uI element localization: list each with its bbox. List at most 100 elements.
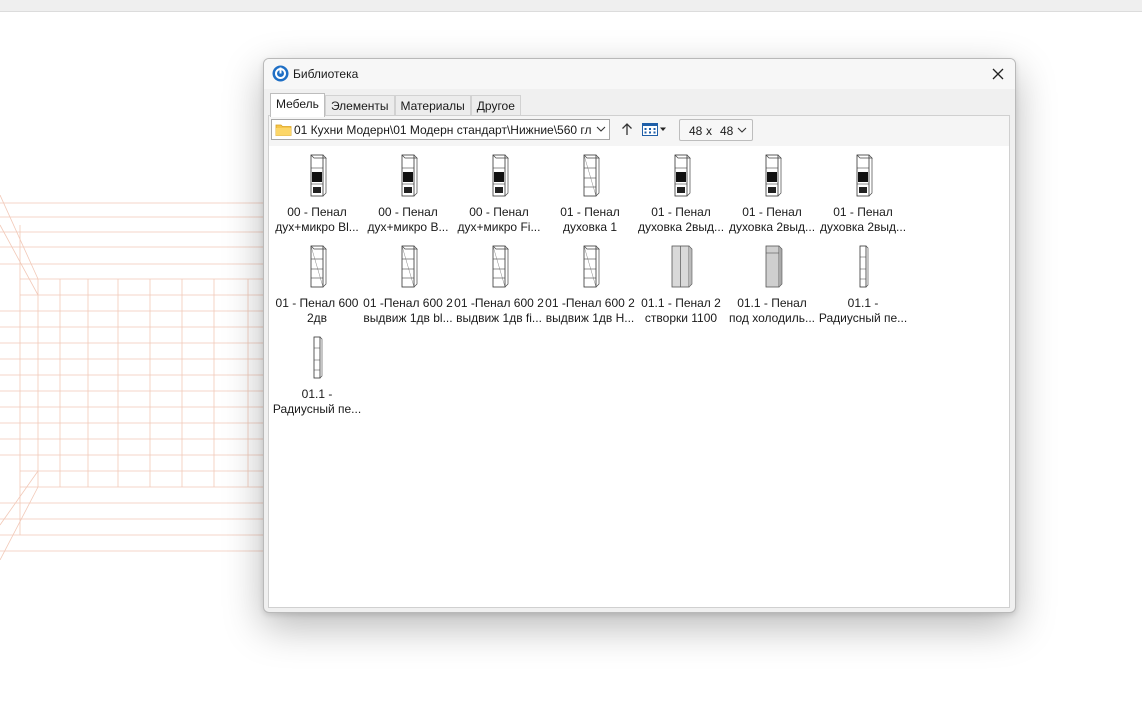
cabinet-oven-icon xyxy=(492,154,509,197)
up-folder-button[interactable] xyxy=(617,119,637,140)
library-item-label-line1: 01.1 - xyxy=(301,387,333,401)
library-item-label-line2: дух+микро Bl... xyxy=(275,220,359,234)
view-mode-button[interactable] xyxy=(640,119,670,140)
item-grid: 00 - Пенал дух+микро Bl... 00 - Пенал дух+м… xyxy=(269,146,1009,607)
library-item[interactable]: 01 -Пенал 600 2 выдвиж 1дв fi... xyxy=(453,239,545,327)
library-item-label-line1: 01 - Пенал xyxy=(651,205,711,219)
thumb-width-value: 48 xyxy=(689,124,703,138)
thumb-size-separator: x xyxy=(706,124,712,138)
library-item[interactable]: 00 - Пенал дух+микро B... xyxy=(362,148,454,236)
library-item-label-line1: 01 -Пенал 600 2 xyxy=(363,296,453,310)
library-item-label-line1: 01 - Пенал xyxy=(833,205,893,219)
cabinet-wire-icon xyxy=(401,245,418,288)
folder-path-text: 01 Кухни Модерн\01 Модерн стандарт\Нижни… xyxy=(294,123,592,137)
folder-icon xyxy=(275,124,292,136)
app-logo-icon xyxy=(272,65,289,82)
library-item-label-line1: 01 -Пенал 600 2 xyxy=(545,296,635,310)
library-item[interactable]: 01 - Пенал духовка 2выд... xyxy=(635,148,727,236)
library-item-label-line2: духовка 1 xyxy=(562,220,618,234)
library-item-label-line2: Радиусный пе... xyxy=(272,402,362,416)
cabinet-wire-icon xyxy=(310,245,327,288)
library-item[interactable]: 01 - Пенал духовка 2выд... xyxy=(726,148,818,236)
cabinet-wire-icon xyxy=(583,154,600,197)
library-item[interactable]: 01 - Пенал духовка 1 xyxy=(544,148,636,236)
library-item-label: 01 -Пенал 600 2 выдвиж 1дв bl... xyxy=(362,296,454,326)
library-item-label-line1: 01 -Пенал 600 2 xyxy=(454,296,544,310)
library-item-label-line1: 01.1 - Пенал xyxy=(737,296,807,310)
cabinet-fridge-icon xyxy=(765,245,783,288)
library-item[interactable]: 01 - Пенал духовка 2выд... xyxy=(817,148,909,236)
library-item-label-line1: 00 - Пенал xyxy=(378,205,438,219)
library-item[interactable]: 01.1 - Радиусный пе... xyxy=(271,330,363,418)
tab-elements[interactable]: Элементы xyxy=(324,95,395,116)
library-item-label-line1: 00 - Пенал xyxy=(287,205,347,219)
library-item-label-line2: духовка 2выд... xyxy=(819,220,907,234)
library-item-label-line2: Радиусный пе... xyxy=(818,311,908,325)
library-item[interactable]: 01.1 - Радиусный пе... xyxy=(817,239,909,327)
library-item-label-line2: дух+микро B... xyxy=(367,220,449,234)
library-item[interactable]: 01 -Пенал 600 2 выдвиж 1дв bl... xyxy=(362,239,454,327)
tab-materials[interactable]: Материалы xyxy=(394,95,471,116)
library-item[interactable]: 00 - Пенал дух+микро Bl... xyxy=(271,148,363,236)
cabinet-wire-icon xyxy=(583,245,600,288)
close-button[interactable] xyxy=(981,59,1015,89)
cabinet-narrow-icon xyxy=(313,336,323,379)
cabinet-oven-icon xyxy=(401,154,418,197)
library-item-label-line1: 01 - Пенал xyxy=(742,205,802,219)
library-item-label: 01 - Пенал духовка 1 xyxy=(544,205,636,235)
cabinet-oven-icon xyxy=(310,154,327,197)
library-item-label-line2: под холодиль... xyxy=(728,311,816,325)
library-item-label: 01.1 - Пенал 2 створки 1100 xyxy=(635,296,727,326)
cabinet-oven-icon xyxy=(765,154,782,197)
library-item-label-line1: 01 - Пенал 600 xyxy=(275,296,359,310)
library-item-label-line2: выдвиж 1дв bl... xyxy=(363,311,453,325)
library-item-label: 01 -Пенал 600 2 выдвиж 1дв Н... xyxy=(544,296,636,326)
library-item-label-line2: выдвиж 1дв Н... xyxy=(545,311,635,325)
chevron-down-icon xyxy=(596,126,606,132)
tab-other[interactable]: Другое xyxy=(470,95,521,116)
library-item-label: 01 - Пенал духовка 2выд... xyxy=(635,205,727,235)
library-item-label: 01 -Пенал 600 2 выдвиж 1дв fi... xyxy=(453,296,545,326)
cabinet-narrow-icon xyxy=(859,245,869,288)
library-item-label-line1: 01.1 - Пенал 2 xyxy=(641,296,721,310)
tab-strip: Мебель Элементы Материалы Другое xyxy=(270,93,521,117)
library-item-label-line1: 01 - Пенал xyxy=(560,205,620,219)
library-item-label: 00 - Пенал дух+микро Fi... xyxy=(453,205,545,235)
tab-panel: 01 Кухни Модерн\01 Модерн стандарт\Нижни… xyxy=(268,115,1010,608)
cabinet-oven-icon xyxy=(856,154,873,197)
library-item-label: 00 - Пенал дух+микро B... xyxy=(362,205,454,235)
close-icon xyxy=(992,68,1004,80)
library-item-label-line2: дух+микро Fi... xyxy=(457,220,541,234)
library-item-label-line1: 00 - Пенал xyxy=(469,205,529,219)
chevron-down-icon xyxy=(737,127,747,133)
arrow-up-icon xyxy=(622,123,632,135)
library-item-label-line2: 2дв xyxy=(306,311,328,325)
library-item-label-line1: 01.1 - xyxy=(847,296,879,310)
tab-furniture[interactable]: Мебель xyxy=(270,93,325,117)
library-dialog: Библиотека Мебель Элементы Материалы Дру… xyxy=(263,58,1016,613)
thumbnail-size-dropdown[interactable]: 48 x 48 xyxy=(679,119,753,141)
library-item-label: 01.1 - Пенал под холодиль... xyxy=(726,296,818,326)
title-bar: Библиотека xyxy=(264,59,1015,89)
library-item[interactable]: 01.1 - Пенал 2 створки 1100 xyxy=(635,239,727,327)
thumb-height-value: 48 xyxy=(720,124,734,138)
room-grid-background xyxy=(0,195,300,560)
top-toolbar-strip xyxy=(0,0,1142,12)
library-item[interactable]: 01 -Пенал 600 2 выдвиж 1дв Н... xyxy=(544,239,636,327)
thumbnail-view-icon xyxy=(642,123,666,136)
library-item-label: 01 - Пенал 600 2дв xyxy=(271,296,363,326)
library-item-label-line2: духовка 2выд... xyxy=(637,220,725,234)
library-item-label-line2: выдвиж 1дв fi... xyxy=(456,311,542,325)
library-item-label: 01 - Пенал духовка 2выд... xyxy=(726,205,818,235)
library-item-label: 01 - Пенал духовка 2выд... xyxy=(817,205,909,235)
library-item-label: 00 - Пенал дух+микро Bl... xyxy=(271,205,363,235)
folder-path-dropdown[interactable]: 01 Кухни Модерн\01 Модерн стандарт\Нижни… xyxy=(271,119,610,140)
cabinet-wide-icon xyxy=(671,245,693,288)
library-item[interactable]: 00 - Пенал дух+микро Fi... xyxy=(453,148,545,236)
cabinet-wire-icon xyxy=(492,245,509,288)
library-item-label-line2: духовка 2выд... xyxy=(728,220,816,234)
library-item-label: 01.1 - Радиусный пе... xyxy=(271,387,363,417)
window-title: Библиотека xyxy=(293,67,359,81)
library-item[interactable]: 01.1 - Пенал под холодиль... xyxy=(726,239,818,327)
library-item[interactable]: 01 - Пенал 600 2дв xyxy=(271,239,363,327)
